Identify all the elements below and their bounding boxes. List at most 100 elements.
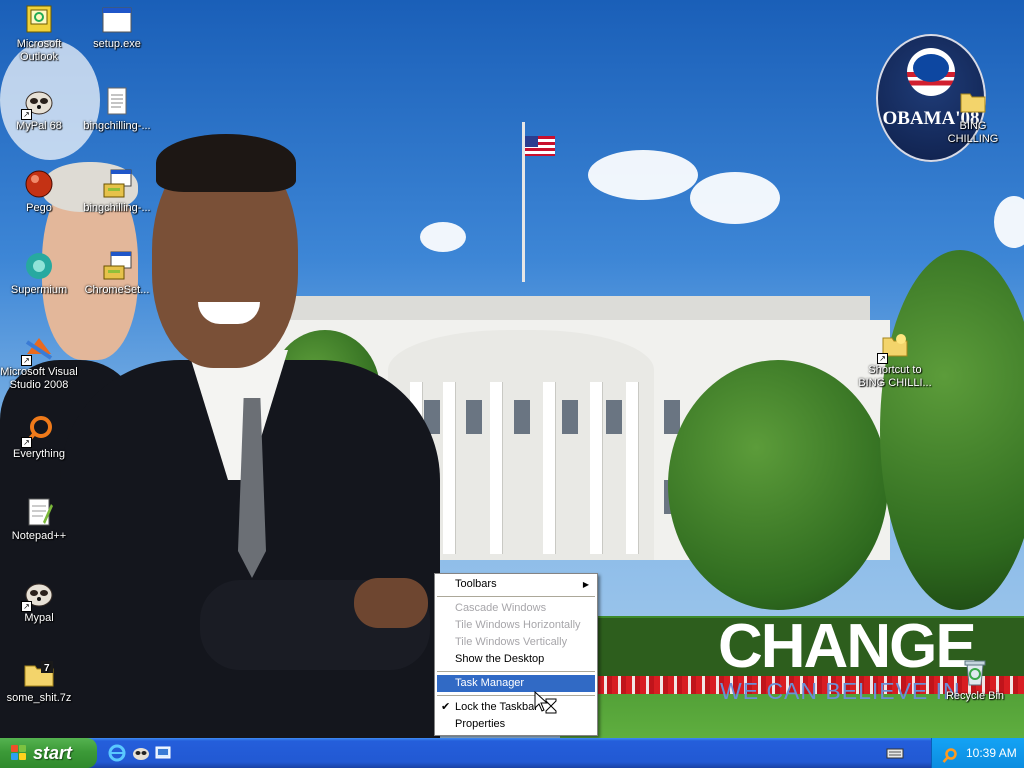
shortcut-arrow-icon: ↗: [21, 437, 32, 448]
shortcut-arrow-icon: ↗: [21, 601, 32, 612]
menu-item-label: Properties: [455, 718, 506, 730]
icon-recycle-bin[interactable]: Recycle Bin: [936, 656, 1014, 703]
svg-text:7: 7: [44, 663, 50, 674]
menu-separator: [437, 596, 595, 597]
mypal-raccoon-icon: ↗: [21, 578, 55, 612]
american-flag-icon: [525, 136, 555, 156]
icon-some-shit-7z[interactable]: 7 some_shit.7z: [0, 658, 78, 705]
menu-item-label: Task Manager: [455, 677, 525, 689]
column: [490, 382, 502, 554]
installer-icon: [101, 250, 133, 282]
menu-item-task-manager[interactable]: Task Manager: [437, 675, 595, 692]
system-tray: 10:39 AM: [931, 738, 1024, 768]
installer-icon: [101, 168, 133, 200]
icon-pego[interactable]: Pego: [0, 168, 78, 215]
checkmark-icon: ✔: [441, 701, 451, 713]
mypal-raccoon-icon[interactable]: [132, 744, 150, 762]
icon-setup-exe[interactable]: setup.exe: [78, 4, 156, 51]
cloud: [690, 172, 780, 224]
column: [626, 382, 638, 554]
menu-item-properties[interactable]: Properties: [437, 716, 595, 733]
shortcut-arrow-icon: ↗: [21, 355, 32, 366]
clock[interactable]: 10:39 AM: [966, 738, 1017, 768]
menu-item-label: Lock the Taskbar: [455, 701, 538, 713]
icon-bingchilling-2[interactable]: bingchilling-...: [78, 168, 156, 215]
icon-label: BING CHILLING: [947, 120, 999, 145]
7zip-archive-icon: 7: [23, 658, 55, 690]
cloud: [588, 150, 698, 200]
column: [543, 382, 555, 554]
menu-item-label: Tile Windows Horizontally: [455, 619, 581, 631]
icon-label: setup.exe: [93, 38, 141, 50]
window-app-icon: [101, 4, 133, 36]
visual-studio-icon: ↗: [21, 332, 55, 366]
obama-hand: [354, 578, 428, 628]
icon-visual-studio-2008[interactable]: ↗ Microsoft Visual Studio 2008: [0, 332, 78, 392]
start-button[interactable]: start: [0, 738, 97, 768]
window: [466, 400, 482, 434]
icon-label: Recycle Bin: [945, 690, 1005, 702]
shortcut-arrow-icon: ↗: [877, 353, 888, 364]
cloud: [420, 222, 466, 252]
menu-item-label: Cascade Windows: [455, 602, 547, 614]
menu-item-lock-taskbar[interactable]: ✔ Lock the Taskbar: [437, 699, 595, 716]
icon-label: Shortcut to BING CHILLI...: [858, 364, 932, 389]
show-desktop-icon[interactable]: [154, 744, 172, 762]
pego-ball-icon: [23, 168, 55, 200]
window: [664, 400, 680, 434]
taskbar[interactable]: start 10:39 AM: [0, 738, 1024, 768]
column: [443, 382, 455, 554]
menu-item-tile-horizontally: Tile Windows Horizontally: [437, 617, 595, 634]
menu-item-label: Show the Desktop: [455, 653, 545, 665]
internet-explorer-icon[interactable]: [108, 744, 126, 762]
outlook-icon: [23, 4, 55, 36]
tree: [668, 360, 888, 610]
icon-label: Everything: [13, 448, 65, 460]
menu-separator: [437, 695, 595, 696]
windows-logo-icon: [11, 745, 27, 761]
icon-chromeset[interactable]: ChromeSet...: [78, 250, 156, 297]
icon-mypal-68[interactable]: ↗ MyPal 68: [0, 86, 78, 133]
icon-label: Microsoft Visual Studio 2008: [0, 366, 78, 391]
menu-item-cascade-windows: Cascade Windows: [437, 600, 595, 617]
icon-notepad-plus-plus[interactable]: Notepad++: [0, 496, 78, 543]
menu-item-label: Toolbars: [455, 578, 497, 590]
window: [562, 400, 578, 434]
busy-cursor-icon: [534, 690, 558, 715]
start-label: start: [33, 743, 73, 763]
icon-bingchilling-1[interactable]: bingchilling-...: [78, 86, 156, 133]
cloud: [994, 196, 1024, 248]
window: [514, 400, 530, 434]
mypal-raccoon-icon: ↗: [21, 86, 55, 120]
menu-item-toolbars[interactable]: Toolbars ▶: [437, 576, 595, 593]
icon-label: Notepad++: [11, 530, 67, 542]
desktop-wallpaper[interactable]: OBAMA'08 CHANGE WE CAN BELIEVE IN Micros…: [0, 0, 1024, 738]
icon-label: bingchilling-...: [83, 202, 151, 214]
supermium-icon: [23, 250, 55, 282]
icon-label: ChromeSet...: [84, 284, 150, 296]
keyboard-icon[interactable]: [886, 744, 904, 762]
icon-label: Pego: [26, 202, 52, 214]
menu-item-label: Tile Windows Vertically: [455, 636, 568, 648]
icon-shortcut-bing-chilling[interactable]: ↗ Shortcut to BING CHILLI...: [856, 330, 934, 390]
shortcut-arrow-icon: ↗: [21, 109, 32, 120]
everything-search-icon: ↗: [21, 414, 55, 448]
icon-bing-chilling-folder[interactable]: BING CHILLING: [934, 86, 1012, 146]
icon-label: Supermium: [10, 284, 68, 296]
tree: [880, 250, 1024, 610]
column: [590, 382, 602, 554]
icon-label: MyPal 68: [16, 120, 62, 132]
icon-label: some_shit.7z: [6, 692, 72, 704]
recycle-bin-icon: [959, 656, 991, 688]
icon-supermium[interactable]: Supermium: [0, 250, 78, 297]
icon-everything[interactable]: ↗ Everything: [0, 414, 78, 461]
menu-item-show-desktop[interactable]: Show the Desktop: [437, 651, 595, 668]
search-icon[interactable]: [942, 745, 958, 763]
icon-label: Mypal: [24, 612, 54, 624]
icon-mypal[interactable]: ↗ Mypal: [0, 578, 78, 625]
notepad-plus-plus-icon: [23, 496, 55, 528]
icon-microsoft-outlook[interactable]: Microsoft Outlook: [0, 4, 78, 64]
submenu-arrow-icon: ▶: [582, 580, 589, 589]
window: [606, 400, 622, 434]
folder-shortcut-icon: ↗: [877, 330, 911, 364]
